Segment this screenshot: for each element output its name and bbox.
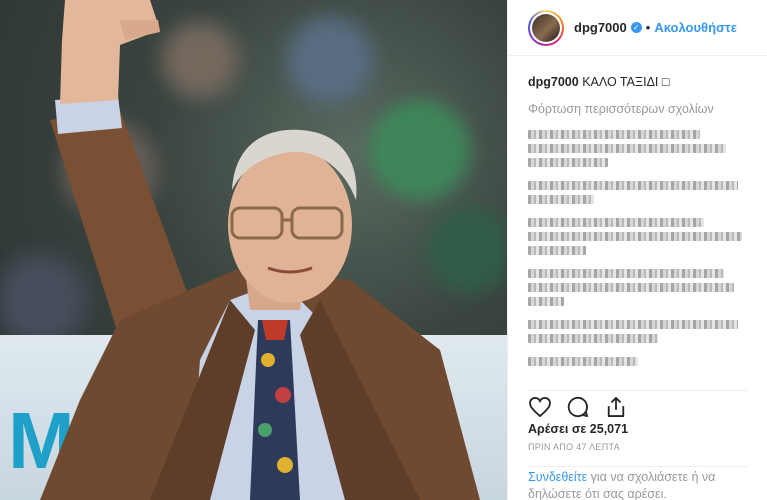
instagram-post: M dpg7000 ✓ • Ακολουθήστε dpg7000 ΚΑΛΟ Τ…: [0, 0, 767, 500]
login-prompt: Συνδεθείτε για να σχολιάσετε ή να δηλώσε…: [528, 466, 748, 500]
header-separator: •: [645, 20, 651, 35]
heart-icon[interactable]: [528, 395, 552, 419]
caption-username[interactable]: dpg7000: [528, 75, 579, 89]
blurred-comment: [528, 181, 747, 204]
blurred-comment: [528, 218, 747, 255]
share-icon[interactable]: [604, 395, 628, 419]
login-link[interactable]: Συνδεθείτε: [528, 470, 587, 484]
avatar-image: [532, 13, 560, 42]
post-timestamp: ΠΡΙΝ ΑΠΟ 47 ΛΕΠΤΑ: [528, 442, 620, 452]
blurred-comment: [528, 269, 747, 306]
post-side-panel: dpg7000 ✓ • Ακολουθήστε dpg7000 ΚΑΛΟ ΤΑΞ…: [507, 0, 767, 500]
comment-bubble-icon[interactable]: [566, 395, 590, 419]
blurred-comment: [528, 357, 747, 366]
post-photo[interactable]: M: [0, 0, 507, 500]
blurred-comment: [528, 130, 747, 167]
post-caption: dpg7000 ΚΑΛΟ ΤΑΞΙΔΙ □: [528, 74, 747, 90]
caption-text: ΚΑΛΟ ΤΑΞΙΔΙ: [582, 75, 659, 89]
blurred-comment: [528, 320, 747, 343]
post-header: dpg7000 ✓ • Ακολουθήστε: [508, 0, 767, 56]
photo-man-waving: [40, 0, 480, 500]
caption-emoji: □: [661, 75, 670, 89]
username-link[interactable]: dpg7000: [574, 20, 627, 35]
post-actions-bar: [528, 390, 748, 418]
verified-check-icon: ✓: [630, 22, 642, 33]
load-more-comments-button[interactable]: Φόρτωση περισσότερων σχολίων: [528, 102, 747, 116]
follow-button[interactable]: Ακολουθήστε: [654, 20, 737, 35]
likes-count[interactable]: Αρέσει σε 25,071: [528, 422, 628, 436]
comments-section: dpg7000 ΚΑΛΟ ΤΑΞΙΔΙ □ Φόρτωση περισσότερ…: [508, 56, 767, 378]
avatar[interactable]: [528, 9, 564, 46]
avatar-ring-inner: [530, 11, 562, 44]
